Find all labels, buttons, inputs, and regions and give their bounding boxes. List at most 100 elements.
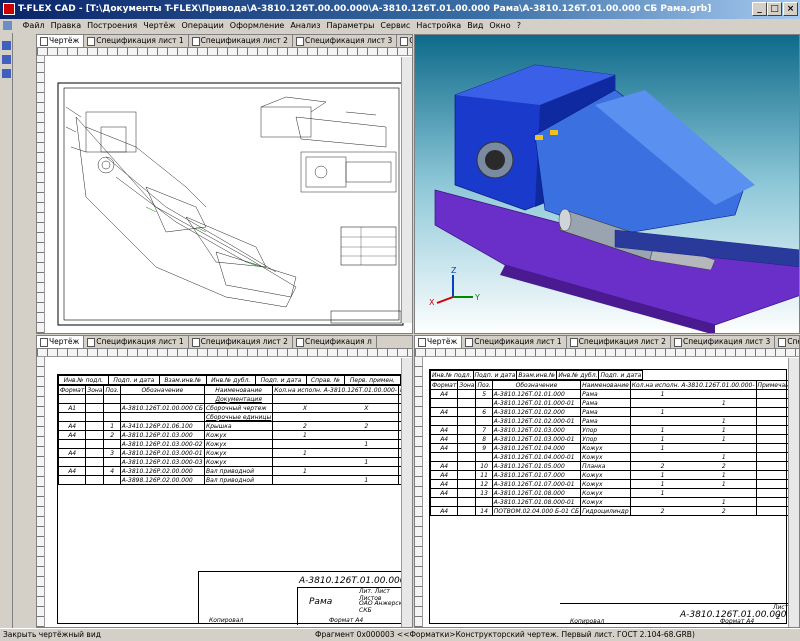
designation-cell: А-3810.126Т.01.07.000 xyxy=(491,470,582,480)
strip-cell: Подп. и дата xyxy=(598,370,644,380)
spec-row[interactable]: А4 3 А-3810.126Р.01.03.000-01 Кожух 1 xyxy=(57,448,412,458)
3d-model-view[interactable]: Z X Y xyxy=(415,35,800,334)
assembly-drawing[interactable] xyxy=(46,57,412,334)
spec-row[interactable]: А4 11 А-3810.126Т.01.07.000 Кожух 1 1 xyxy=(429,470,799,480)
menu-item-8[interactable]: Сервис xyxy=(377,19,413,33)
format-cell xyxy=(429,398,459,408)
tab-top_left_tabs-4[interactable]: Спец xyxy=(397,35,412,47)
spec2-format: Формат А4 xyxy=(720,618,755,625)
menu-item-7[interactable]: Параметры xyxy=(323,19,377,33)
strip-cell: Подп. и дата xyxy=(107,375,160,385)
tab-mid_left_tabs-1[interactable]: Спецификация лист 1 xyxy=(84,336,189,348)
spec2-sheet[interactable]: Инв.№ подл. Подп. и дата Взам.инв.№ Инв.№ д… xyxy=(429,369,799,625)
vertical-scrollbar[interactable] xyxy=(401,358,412,627)
menu-item-10[interactable]: Вид xyxy=(464,19,486,33)
tab-mid_right_tabs-3[interactable]: Спецификация лист 3 xyxy=(671,336,776,348)
spec-row[interactable]: А-3810.126Т.01.08.000-01 Кожух 1 xyxy=(429,497,799,507)
menu-item-2[interactable]: Построения xyxy=(84,19,140,33)
spec-row[interactable]: А4 2 А-3810.126Р.01.03.000 Кожух 1 xyxy=(57,430,412,440)
menu-item-3[interactable]: Чертёж xyxy=(140,19,178,33)
spec-row[interactable]: А4 12 А-3810.126Т.01.07.000-01 Кожух 1 1 xyxy=(429,479,799,489)
tab-mid_right_tabs-1[interactable]: Спецификация лист 1 xyxy=(462,336,567,348)
qty-base: 1 xyxy=(660,408,665,416)
qty-base: 1 xyxy=(660,390,665,398)
menu-item-1[interactable]: Правка xyxy=(48,19,84,33)
tab-mid_left_tabs-2[interactable]: Спецификация лист 2 xyxy=(189,336,293,348)
spec-row[interactable]: А4 7 А-3810.126Т.01.03.000 Упор 1 1 xyxy=(429,425,799,435)
qty-cell xyxy=(272,394,399,404)
designation-cell: А-3810.126Т.01.08.000-01 xyxy=(491,497,582,507)
tab-mid_left_tabs-3[interactable]: Спецификация л xyxy=(293,336,377,348)
spec-row[interactable]: А-3898.126Р.02.00.000 Вал приводной 1 xyxy=(57,475,412,485)
tool-b-icon[interactable] xyxy=(2,55,11,64)
designation-cell: А-3810.126Т.01.02.000 xyxy=(491,407,582,417)
spec-row[interactable]: Сборочные единицы xyxy=(57,412,412,422)
header-cell: Обозначение xyxy=(119,385,205,395)
spec-row[interactable]: Документация xyxy=(57,394,412,404)
minimize-button[interactable]: _ xyxy=(752,2,767,16)
spec-row[interactable]: А-3810.126Р.01.03.000-03 Кожух 1 xyxy=(57,457,412,467)
tab-top_left_tabs-3[interactable]: Спецификация лист 3 xyxy=(293,35,398,47)
ruler-vertical xyxy=(37,56,45,333)
spec-row[interactable]: А4 13 А-3810.126Т.01.08.000 Кожух 1 xyxy=(429,488,799,498)
menu-item-12[interactable]: ? xyxy=(514,19,524,33)
spec1-sheet[interactable]: Инв.№ подл. Подп. и дата Взам.инв.№ Инв.№ д… xyxy=(57,374,412,625)
qty-cell: 1 xyxy=(629,398,757,408)
qty-cell: 22 xyxy=(272,421,399,431)
header-cell: Наименование xyxy=(203,385,274,395)
menu-item-5[interactable]: Оформление xyxy=(227,19,288,33)
zone-cell xyxy=(85,421,105,431)
format-cell: А4 xyxy=(429,425,459,435)
name-cell: Упор xyxy=(580,434,631,444)
tab-mid_right_tabs-4[interactable]: Спец xyxy=(775,336,799,348)
tab-top_left_tabs-1[interactable]: Спецификация лист 1 xyxy=(84,35,189,47)
format-cell xyxy=(57,412,87,422)
spec-row[interactable]: А4 5 А-3810.126Т.01.01.000 Рама 1 xyxy=(429,389,799,399)
pos-cell: 1 xyxy=(103,421,121,431)
name-cell: Гидроцилиндр xyxy=(580,506,631,516)
designation-cell: А-3810.126Р.01.03.000-03 xyxy=(119,457,205,467)
spec2-tabs: Чертёж Спецификация лист 1 Спецификация ли… xyxy=(415,336,799,349)
menu-item-6[interactable]: Анализ xyxy=(287,19,323,33)
format-cell: А4 xyxy=(429,470,459,480)
spec-row[interactable]: А4 10 А-3810.126Т.01.05.000 Планка 2 2 xyxy=(429,461,799,471)
spec-row[interactable]: А4 8 А-3810.126Т.01.03.000-01 Упор 1 1 xyxy=(429,434,799,444)
menu-item-11[interactable]: Окно xyxy=(486,19,513,33)
qty-cell: 1 xyxy=(629,416,757,426)
zone-cell xyxy=(457,398,477,408)
spec-row[interactable]: А1 А-3810.126Т.01.00.000 СБ Сборочный черт… xyxy=(57,403,412,413)
vertical-scrollbar[interactable] xyxy=(401,57,412,323)
spec-row[interactable]: А-3810.126Т.01.02.000-01 Рама 1 xyxy=(429,416,799,426)
spec1-copied: Копировал xyxy=(209,617,244,624)
spec-row[interactable]: А4 1 А-3410.126Р.01.06.100 Крышка 2 2 xyxy=(57,421,412,431)
spec-row[interactable]: А4 14 ПОТВОМ.02.04.000 Б-01 СБ Гидроцилиндр… xyxy=(429,506,799,516)
maximize-button[interactable]: □ xyxy=(767,2,782,16)
name-cell: Вал приводной xyxy=(203,466,274,476)
tab-top_left_tabs-0[interactable]: Чертёж xyxy=(37,35,85,47)
tab-mid_right_tabs-2[interactable]: Спецификация лист 2 xyxy=(567,336,671,348)
app-icon xyxy=(3,3,15,15)
spec-row[interactable]: А-3810.126Т.01.01.000-01 Рама 1 xyxy=(429,398,799,408)
tab-mid_left_tabs-0[interactable]: Чертёж xyxy=(37,336,85,348)
spec2-sheet-label: Лист xyxy=(773,604,789,611)
spec-row[interactable]: А4 9 А-3810.126Т.01.04.000 Кожух 1 xyxy=(429,443,799,453)
header-cell: Зона xyxy=(457,380,477,390)
close-button[interactable]: × xyxy=(783,2,798,16)
designation-cell: А-3810.126Т.01.03.000-01 xyxy=(491,434,582,444)
spec-row[interactable]: А-3810.126Т.01.04.000-01 Кожух 1 xyxy=(429,452,799,462)
menu-item-4[interactable]: Операции xyxy=(179,19,227,33)
status-bar: Закрыть чертёжный вид Фрагмент 0x000003 … xyxy=(0,628,800,640)
pos-cell xyxy=(475,452,493,462)
spec-row[interactable]: А4 4 А-3810.126Р.02.00.000 Вал приводной 1 xyxy=(57,466,412,476)
spec-row[interactable]: А4 6 А-3810.126Т.01.02.000 Рама 1 xyxy=(429,407,799,417)
vertical-scrollbar[interactable] xyxy=(788,358,799,627)
tool-c-icon[interactable] xyxy=(2,69,11,78)
format-cell xyxy=(57,394,87,404)
menu-item-0[interactable]: Файл xyxy=(20,19,48,33)
menu-item-9[interactable]: Настройка xyxy=(413,19,464,33)
3d-view-pane[interactable]: Z X Y xyxy=(414,34,800,334)
spec-row[interactable]: А-3810.126Р.01.03.000-02 Кожух 1 xyxy=(57,439,412,449)
tab-top_left_tabs-2[interactable]: Спецификация лист 2 xyxy=(189,35,293,47)
tool-a-icon[interactable] xyxy=(2,41,11,50)
tab-mid_right_tabs-0[interactable]: Чертёж xyxy=(415,336,463,348)
